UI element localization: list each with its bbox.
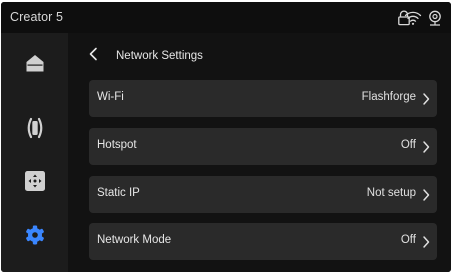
chevron-right-icon [422, 188, 430, 202]
chevron-right-icon [422, 235, 430, 249]
row-label: Network Mode [97, 234, 172, 246]
app-title: Creator 5 [10, 10, 64, 24]
row-value: Flashforge [361, 91, 416, 103]
settings-row-hotspot[interactable]: Hotspot Off [89, 128, 437, 165]
device-screen: Creator 5 Network Settings Wi-Fi Flashfo… [1, 2, 451, 272]
row-value: Not setup [366, 187, 416, 199]
settings-row-static-ip[interactable]: Static IP Not setup [89, 176, 437, 213]
chevron-right-icon [422, 92, 430, 106]
chevron-left-icon [88, 47, 98, 66]
chevron-right-icon [422, 140, 430, 154]
settings-row-network-mode[interactable]: Network Mode Off [89, 223, 437, 260]
row-label: Static IP [97, 187, 140, 199]
back-button[interactable] [86, 46, 100, 66]
row-value: Off [400, 139, 416, 151]
camera-icon[interactable] [427, 10, 443, 26]
sidebar-item-home[interactable] [1, 41, 68, 89]
page-title: Network Settings [116, 50, 203, 62]
sidebar [1, 33, 68, 272]
home-icon [24, 52, 46, 79]
gear-icon [24, 224, 46, 251]
settings-row-wifi[interactable]: Wi-Fi Flashforge [89, 80, 437, 117]
sidebar-item-settings[interactable] [1, 213, 68, 261]
filament-spool-icon [24, 116, 46, 145]
sidebar-item-filament[interactable] [1, 106, 68, 154]
top-status-bar: Creator 5 [1, 2, 451, 33]
move-control-icon [24, 170, 46, 197]
network-settings-panel: Network Settings Wi-Fi Flashforge Hotspo… [68, 33, 451, 272]
row-value: Off [400, 234, 416, 246]
sidebar-item-move[interactable] [1, 159, 68, 207]
row-label: Hotspot [97, 139, 137, 151]
row-label: Wi-Fi [97, 91, 124, 103]
wifi-icon[interactable] [404, 10, 422, 26]
